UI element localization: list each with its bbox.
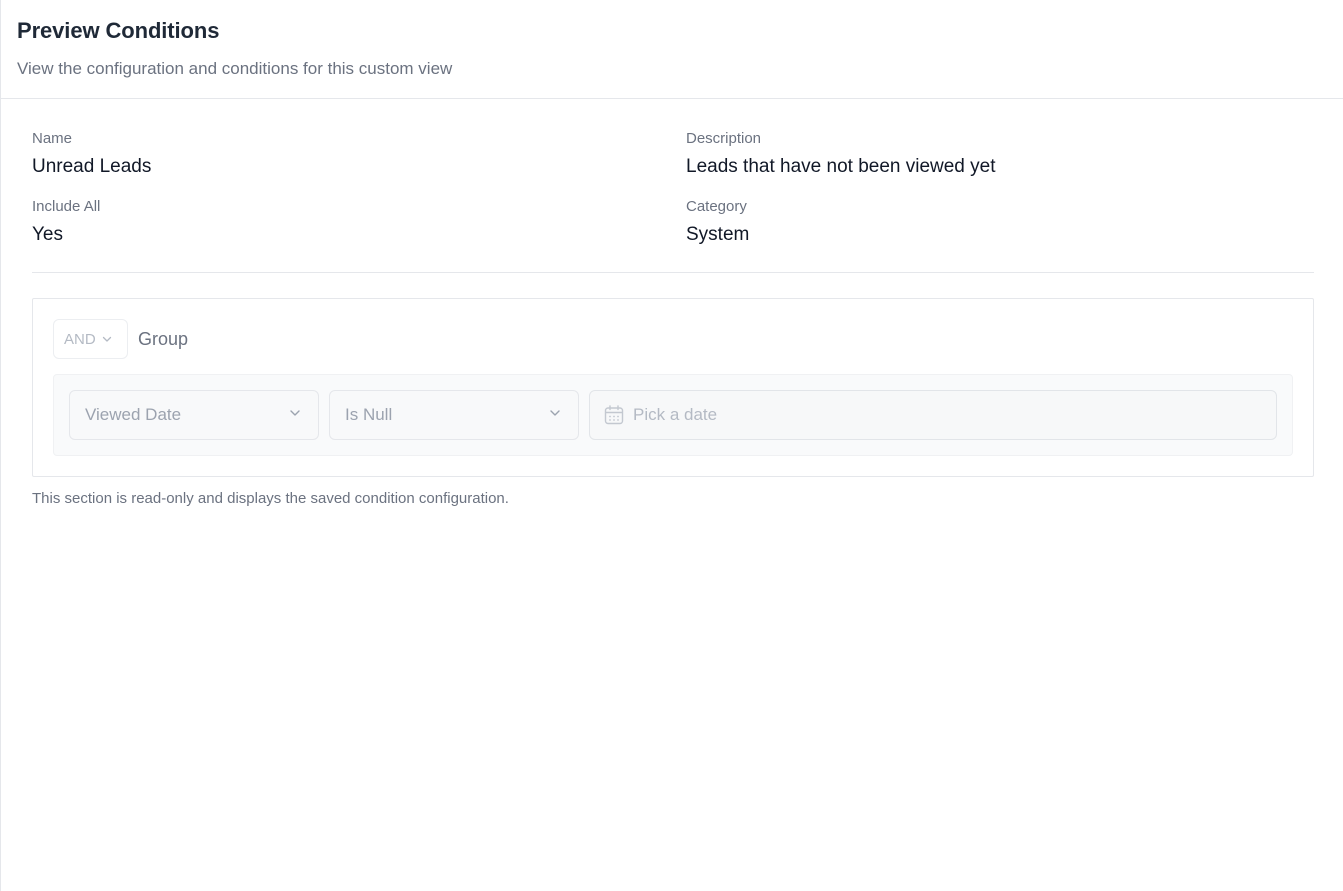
panel-header: Preview Conditions View the configuratio… [1, 0, 1343, 99]
name-info: Name Unread Leads [32, 129, 686, 179]
view-info-grid: Name Unread Leads Description Leads that… [32, 129, 1314, 273]
rule-operator-select[interactable]: Is Null [329, 390, 579, 440]
rule-date-picker[interactable]: Pick a date [589, 390, 1277, 440]
rule-field-select[interactable]: Viewed Date [69, 390, 319, 440]
group-label: Group [138, 328, 189, 349]
chevron-down-icon [548, 405, 562, 425]
name-value: Unread Leads [32, 156, 152, 177]
description-info: Description Leads that have not been vie… [686, 129, 1314, 179]
logic-operator-select[interactable]: AND [53, 319, 128, 359]
preview-conditions-panel: Preview Conditions View the configuratio… [0, 0, 1343, 891]
rule-date-placeholder: Pick a date [633, 405, 718, 424]
category-label: Category [686, 198, 747, 215]
read-only-note: This section is read-only and displays t… [32, 490, 509, 507]
logic-operator-value: AND [64, 330, 96, 348]
page-title: Preview Conditions [17, 18, 220, 43]
calendar-icon [603, 404, 625, 426]
condition-rule: Viewed Date Is Null Pick a date [53, 374, 1293, 456]
condition-group-header: AND Group [53, 319, 1293, 359]
chevron-down-icon [101, 333, 113, 345]
conditions-builder: AND Group Viewed Date Is Null Pick a dat… [32, 298, 1314, 477]
name-label: Name [32, 130, 73, 147]
rule-operator-value: Is Null [345, 405, 393, 424]
include-all-info: Include All Yes [32, 197, 686, 247]
page-subtitle: View the configuration and conditions fo… [17, 59, 453, 78]
description-label: Description [686, 130, 762, 147]
rule-field-value: Viewed Date [85, 405, 182, 424]
category-value: System [686, 224, 750, 245]
panel-content: Name Unread Leads Description Leads that… [1, 99, 1343, 509]
description-value: Leads that have not been viewed yet [686, 156, 996, 177]
include-all-label: Include All [32, 198, 101, 215]
include-all-value: Yes [32, 224, 63, 245]
chevron-down-icon [288, 405, 302, 425]
category-info: Category System [686, 197, 1314, 247]
